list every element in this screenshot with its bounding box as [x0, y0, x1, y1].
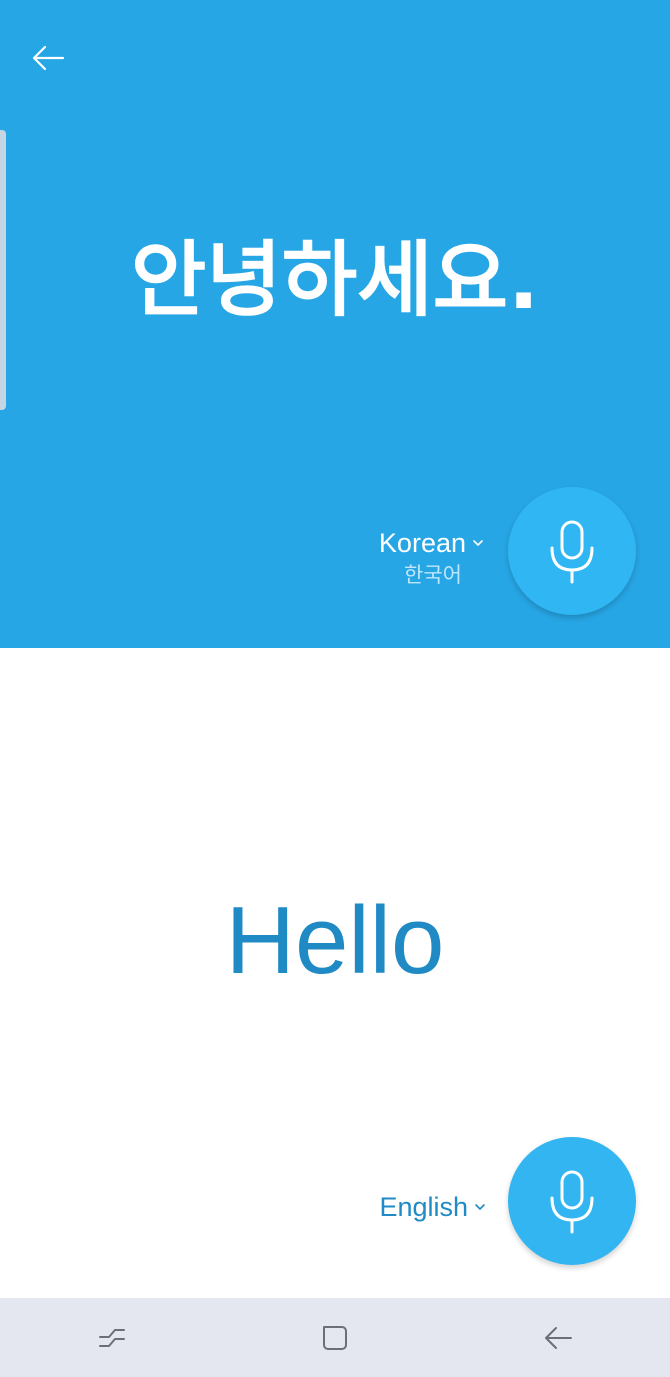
nav-back-button[interactable]: [528, 1308, 588, 1368]
home-icon: [322, 1325, 347, 1350]
back-arrow-icon: [32, 45, 65, 71]
recents-icon: [98, 1328, 125, 1347]
system-navigation-bar: [0, 1298, 670, 1377]
microphone-icon: [550, 1170, 594, 1234]
chevron-down-icon: [473, 540, 483, 546]
chevron-down-icon: [475, 1204, 485, 1210]
source-language-label: Korean: [378, 528, 466, 558]
source-mic-button[interactable]: [508, 487, 636, 615]
source-panel: 안녕하세요. Korean 한국어: [0, 0, 670, 648]
source-text: 안녕하세요.: [130, 233, 540, 328]
target-language-selector[interactable]: English: [379, 1190, 486, 1224]
source-language-selector[interactable]: Korean 한국어: [379, 526, 484, 590]
recents-button[interactable]: [82, 1308, 142, 1368]
translator-screen: 안녕하세요. Korean 한국어 Hello English: [0, 0, 670, 1377]
target-language-label: English: [379, 1192, 468, 1222]
back-button[interactable]: [26, 36, 70, 80]
microphone-icon: [550, 520, 594, 584]
target-mic-button[interactable]: [508, 1137, 636, 1265]
home-button[interactable]: [305, 1308, 365, 1368]
source-language-native-label: 한국어: [404, 563, 462, 587]
target-text: Hello: [225, 887, 445, 994]
nav-back-icon: [545, 1326, 573, 1349]
